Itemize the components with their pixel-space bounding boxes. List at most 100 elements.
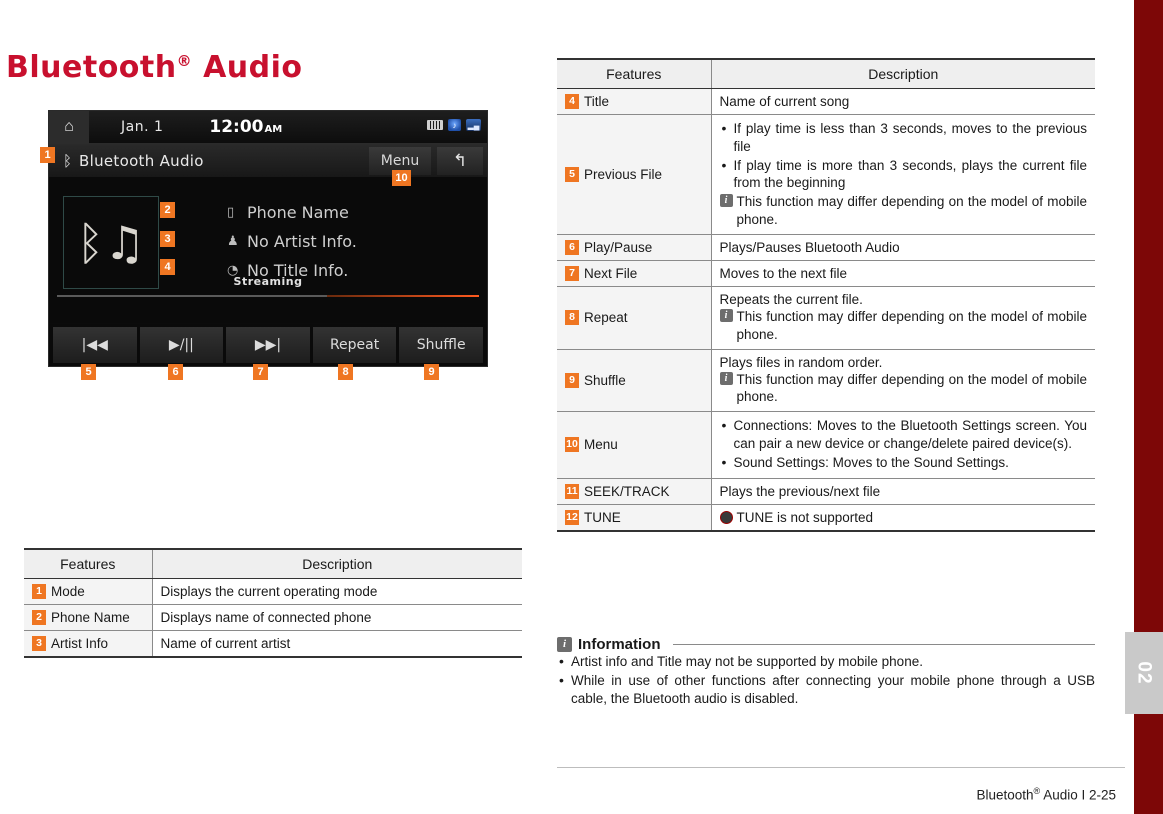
description-bullet: Sound Settings: Moves to the Sound Setti… xyxy=(720,453,1088,472)
feature-number-badge: 7 xyxy=(565,265,579,281)
feature-label: Mode xyxy=(51,584,85,599)
info-icon: i xyxy=(719,371,733,385)
chapter-number: 02 xyxy=(1133,661,1155,685)
metadata-row-artist: ♟ No Artist Info. xyxy=(227,227,357,256)
feature-cell: 1 Mode xyxy=(24,578,152,605)
next-file-button[interactable]: ▶▶| xyxy=(226,327,310,363)
feature-cell: 2 Phone Name xyxy=(24,604,152,631)
callout-badge-10: 10 xyxy=(392,170,411,186)
repeat-button[interactable]: Repeat xyxy=(312,327,397,363)
description-bullet: If play time is more than 3 seconds, pla… xyxy=(720,156,1087,193)
signal-strength-icon: ▂▄ xyxy=(466,119,481,131)
note-text: This function may differ depending on th… xyxy=(736,194,1088,228)
phone-icon: ▯ xyxy=(227,205,235,220)
column-header-features: Features xyxy=(557,58,711,89)
page-title-main: Bluetooth xyxy=(6,50,177,85)
description-note: i This function may differ depending on t… xyxy=(719,371,1088,407)
table-row: 11 SEEK/TRACK Plays the previous/next fi… xyxy=(557,478,1095,505)
track-metadata: ▯ Phone Name ♟ No Artist Info. ◔ No Titl… xyxy=(227,198,357,285)
feature-label: TUNE xyxy=(584,509,621,525)
callout-badge-3: 3 xyxy=(160,231,175,247)
status-time-ampm: AM xyxy=(264,124,283,135)
feature-label: Menu xyxy=(584,437,618,453)
callout-badge-4: 4 xyxy=(160,259,175,275)
column-header-features: Features xyxy=(24,548,152,579)
bluetooth-audio-icon: ᛒ xyxy=(63,151,73,170)
head-unit-status-bar: ⌂ Jan. 1 12:00AM ♪ ▂▄ xyxy=(49,110,487,144)
description-cell: Name of current song xyxy=(710,88,1095,115)
feature-label: Title xyxy=(584,94,610,109)
table-row: 12 TUNE TUNE is not supported xyxy=(557,504,1095,532)
footer-title: Bluetooth xyxy=(976,787,1034,802)
note-text: This function may differ depending on th… xyxy=(736,371,1088,405)
description-cell: Name of current artist xyxy=(151,630,522,658)
feature-label: Artist Info xyxy=(51,636,109,651)
table-row: 5 Previous File If play time is less tha… xyxy=(557,114,1095,235)
table-row: 8 Repeat Repeats the current file. i This… xyxy=(557,286,1095,350)
description-cell: Moves to the next file xyxy=(710,260,1095,287)
callout-badge-2: 2 xyxy=(160,202,175,218)
feature-number-badge: 3 xyxy=(32,636,46,651)
artist-info-value: No Artist Info. xyxy=(247,232,357,251)
feature-label: Next File xyxy=(584,265,638,281)
status-system-icons: ♪ ▂▄ xyxy=(427,119,481,131)
shuffle-button[interactable]: Shuffle xyxy=(399,327,483,363)
battery-icon xyxy=(427,120,443,130)
feature-cell: 3 Artist Info xyxy=(24,630,152,658)
info-icon: i xyxy=(719,308,733,322)
right-features-table: Features Description 4 Title Name of cur… xyxy=(557,58,1095,532)
description-cell: Plays the previous/next file xyxy=(710,478,1095,505)
footer-divider xyxy=(557,767,1125,768)
info-icon: i xyxy=(557,637,572,652)
transport-controls: |◀◀ ▶/|| ▶▶| Repeat Shuffle xyxy=(49,324,487,366)
feature-number-badge: 5 xyxy=(565,166,579,182)
description-cell: TUNE is not supported xyxy=(710,504,1095,532)
phone-name-value: Phone Name xyxy=(247,203,349,222)
description-cell: Plays/Pauses Bluetooth Audio xyxy=(710,234,1095,261)
feature-cell: 10 Menu xyxy=(557,411,711,479)
feature-label: Phone Name xyxy=(51,610,130,625)
back-arrow-icon[interactable]: ↰ xyxy=(437,147,483,175)
bluetooth-audio-status-icon: ♪ xyxy=(448,119,461,131)
home-icon[interactable]: ⌂ xyxy=(49,110,89,144)
information-list: Artist info and Title may not be support… xyxy=(557,652,1095,708)
feature-number-badge: 6 xyxy=(565,239,579,255)
metadata-row-phone: ▯ Phone Name xyxy=(227,198,357,227)
callout-badge-1: 1 xyxy=(40,147,55,163)
list-item: While in use of other functions after co… xyxy=(557,671,1095,708)
feature-number-badge: 4 xyxy=(565,94,579,109)
description-cell: Connections: Moves to the Bluetooth Sett… xyxy=(710,411,1095,479)
table-row: 2 Phone Name Displays name of connected … xyxy=(24,604,522,631)
callout-badge-8: 8 xyxy=(338,364,353,380)
mode-label: Bluetooth Audio xyxy=(79,151,204,170)
table-row: 1 Mode Displays the current operating mo… xyxy=(24,578,522,605)
feature-cell: 8 Repeat xyxy=(557,286,711,350)
description-cell: Displays name of connected phone xyxy=(151,604,522,631)
head-unit-title-bar: ᛒ Bluetooth Audio Menu ↰ xyxy=(49,144,487,178)
feature-cell: 11 SEEK/TRACK xyxy=(557,478,711,505)
table-row: 10 Menu Connections: Moves to the Blueto… xyxy=(557,411,1095,479)
previous-file-button[interactable]: |◀◀ xyxy=(53,327,137,363)
feature-label: Repeat xyxy=(584,310,628,326)
callout-badge-9: 9 xyxy=(424,364,439,380)
feature-number-badge: 10 xyxy=(565,437,579,453)
feature-number-badge: 12 xyxy=(565,509,579,525)
callout-badge-5: 5 xyxy=(81,364,96,380)
progress-bar[interactable] xyxy=(57,295,479,297)
column-header-description: Description xyxy=(151,548,522,579)
status-date: Jan. 1 xyxy=(121,119,164,135)
feature-number-badge: 1 xyxy=(32,584,46,599)
left-features-table: Features Description 1 Mode Displays the… xyxy=(24,548,522,658)
information-title: Information xyxy=(578,636,661,653)
registered-mark: ® xyxy=(176,52,193,70)
feature-number-badge: 9 xyxy=(565,372,579,388)
page-title: Bluetooth® Audio xyxy=(6,50,303,85)
feature-cell: 6 Play/Pause xyxy=(557,234,711,261)
callout-badge-6: 6 xyxy=(168,364,183,380)
chapter-tab: 02 xyxy=(1125,632,1163,714)
play-pause-button[interactable]: ▶/|| xyxy=(139,327,224,363)
feature-cell: 12 TUNE xyxy=(557,504,711,532)
info-icon: i xyxy=(719,194,733,208)
feature-number-badge: 11 xyxy=(565,483,579,499)
description-cell: If play time is less than 3 seconds, mov… xyxy=(710,114,1095,235)
